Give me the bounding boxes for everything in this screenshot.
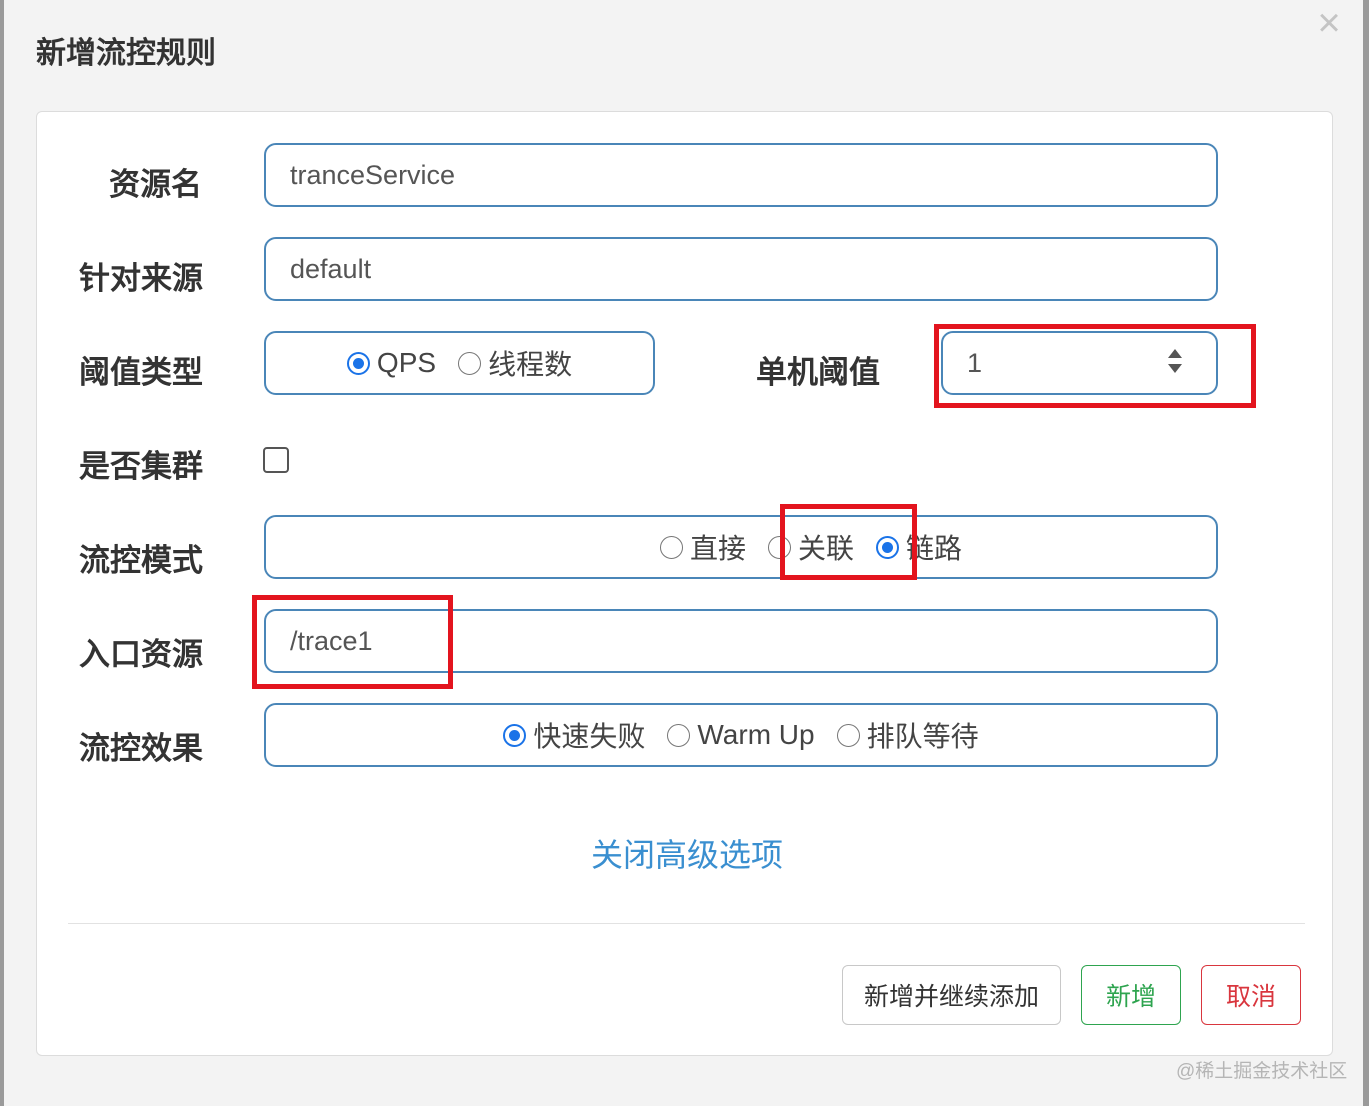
add-flow-rule-dialog: 新增流控规则 × 资源名 针对来源 阈值类型 QPS 线程数 单机阈值 是否集群 — [4, 0, 1363, 1106]
limit-app-label: 针对来源 — [79, 261, 203, 296]
watermark: @稀土掘金技术社区 — [1176, 1061, 1348, 1082]
radio-icon[interactable] — [836, 723, 860, 747]
count-label: 单机阈值 — [756, 355, 880, 390]
radio-icon[interactable] — [659, 535, 683, 559]
grade-option-label: QPS — [376, 347, 437, 378]
grade-option-1[interactable]: 线程数 — [458, 343, 572, 383]
highlight-box-chain — [780, 504, 917, 580]
cancel-button[interactable]: 取消 — [1201, 965, 1301, 1025]
close-advanced-options-link[interactable]: 关闭高级选项 — [591, 830, 783, 876]
limit-app-field[interactable] — [264, 237, 1218, 301]
strategy-option-label: 直接 — [689, 533, 746, 564]
highlight-box-entry — [252, 595, 453, 689]
control-behavior-radio-group: 快速失败 Warm Up 排队等待 — [264, 703, 1218, 767]
form-panel: 资源名 针对来源 阈值类型 QPS线程数 单机阈值 是否集群 流控模式 直接关联 — [36, 111, 1333, 1056]
ref-resource-label: 入口资源 — [79, 637, 203, 672]
strategy-radio-group: 直接 关联 链路 — [264, 515, 1218, 579]
radio-icon[interactable] — [458, 351, 482, 375]
resource-name-field[interactable] — [264, 143, 1218, 207]
strategy-label: 流控模式 — [79, 543, 203, 578]
close-icon[interactable]: × — [1312, 3, 1346, 43]
grade-option-0[interactable]: QPS — [346, 347, 437, 379]
dialog-title: 新增流控规则 — [36, 37, 216, 70]
grade-option-label: 线程数 — [488, 349, 573, 380]
control-behavior-option-label: 快速失败 — [533, 721, 646, 752]
divider — [68, 923, 1305, 924]
grade-label: 阈值类型 — [79, 355, 203, 390]
strategy-option-0[interactable]: 直接 — [659, 527, 746, 567]
cluster-checkbox[interactable] — [263, 447, 289, 473]
highlight-box-count — [934, 324, 1256, 408]
control-behavior-option-label: Warm Up — [697, 719, 815, 750]
add-button[interactable]: 新增 — [1081, 965, 1181, 1025]
grade-radio-group: QPS 线程数 — [264, 331, 655, 395]
control-behavior-label: 流控效果 — [79, 731, 203, 766]
cluster-label: 是否集群 — [79, 449, 203, 484]
resource-name-input[interactable] — [266, 145, 1216, 205]
resource-name-label: 资源名 — [109, 167, 202, 202]
radio-icon[interactable] — [346, 351, 370, 375]
radio-icon[interactable] — [503, 723, 527, 747]
control-behavior-option-1[interactable]: Warm Up — [667, 719, 815, 751]
control-behavior-option-2[interactable]: 排队等待 — [836, 715, 979, 755]
radio-icon[interactable] — [667, 723, 691, 747]
add-and-continue-button[interactable]: 新增并继续添加 — [842, 965, 1061, 1025]
control-behavior-option-0[interactable]: 快速失败 — [503, 715, 645, 755]
control-behavior-option-label: 排队等待 — [866, 721, 979, 752]
limit-app-input[interactable] — [266, 239, 1216, 299]
